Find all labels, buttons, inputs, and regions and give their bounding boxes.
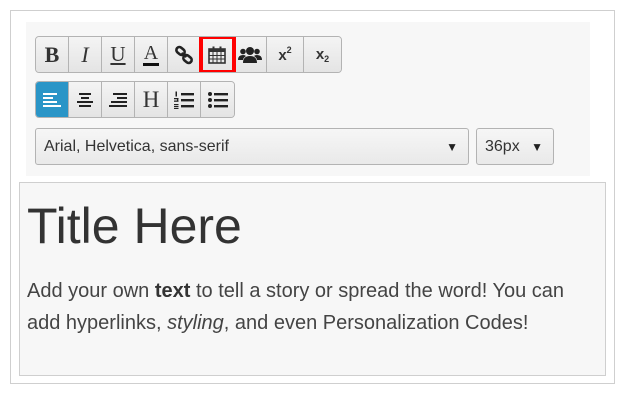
content-title: Title Here [27,198,242,254]
heading-icon: H [142,86,160,112]
paragraph-button-group: H [35,81,235,118]
ordered-list-button[interactable] [168,82,201,117]
personalization-button[interactable] [234,37,267,72]
align-left-button[interactable] [36,82,69,117]
unordered-list-icon [207,91,228,108]
calendar-icon [208,46,226,64]
align-left-icon [43,92,61,107]
bold-text: text [154,280,191,302]
unordered-list-button[interactable] [201,82,234,117]
chevron-down-icon: ▼ [446,139,458,154]
font-size-value: 36px [485,137,520,155]
superscript-button[interactable]: x2 [267,37,304,72]
font-family-select[interactable]: Arial, Helvetica, sans-serif ▼ [35,128,469,165]
ordered-list-icon [174,91,194,109]
bold-icon: B [44,41,60,67]
align-center-icon [77,92,93,107]
align-right-button[interactable] [102,82,135,117]
bold-button[interactable]: B [36,37,69,72]
align-center-button[interactable] [69,82,102,117]
font-size-select[interactable]: 36px ▼ [476,128,554,165]
italic-icon: I [81,41,89,67]
italic-button[interactable]: I [69,37,102,72]
superscript-icon: x2 [278,45,292,64]
users-icon [238,46,262,63]
content-body: Add your own text to tell a story or spr… [27,280,564,334]
heading-button[interactable]: H [135,82,168,117]
underline-icon: U [110,42,126,66]
subscript-button[interactable]: x2 [304,37,341,72]
date-button[interactable] [199,37,236,72]
font-color-icon: A [143,41,159,66]
editor-content-area[interactable]: Title Here Add your own text to tell a s… [19,182,606,376]
format-button-group: B I U A x2 x2 [35,36,342,73]
link-button[interactable] [168,37,201,72]
font-color-button[interactable]: A [135,37,168,72]
italic-text: styling [167,312,224,334]
chevron-down-icon: ▼ [531,139,543,154]
underline-button[interactable]: U [102,37,135,72]
subscript-icon: x2 [315,45,330,64]
align-right-icon [109,92,127,107]
font-family-value: Arial, Helvetica, sans-serif [44,137,229,155]
link-icon [175,45,193,64]
